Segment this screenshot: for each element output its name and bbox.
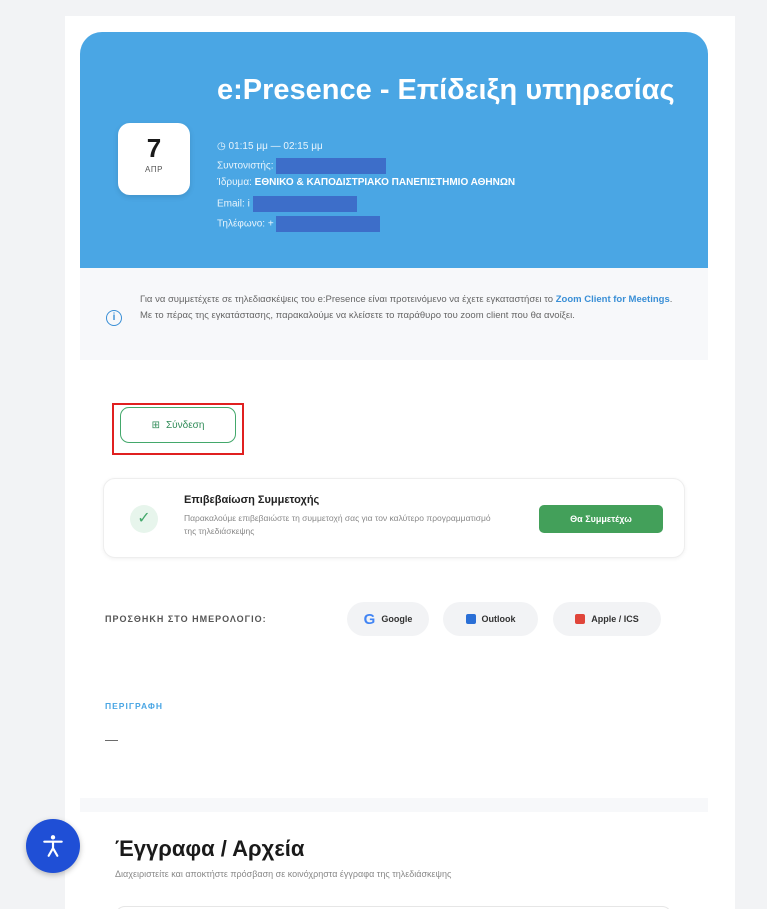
phone-row: Τηλέφωνο: + bbox=[217, 216, 381, 232]
coordinator-redaction bbox=[276, 158, 387, 174]
clock-icon: ◷ bbox=[217, 141, 226, 152]
documents-title: Έγγραφα / Αρχεία bbox=[115, 836, 305, 861]
outlook-icon bbox=[465, 614, 476, 624]
zoom-info-text: Για να συμμετέχετε σε τηλεδιασκέψεις του… bbox=[140, 292, 680, 324]
email-label: Email: bbox=[217, 198, 245, 210]
check-circle-icon: ✓ bbox=[130, 505, 158, 533]
email-prefix: i bbox=[247, 198, 250, 210]
documents-subtitle: Διαχειριστείτε και αποκτήστε πρόσβαση σε… bbox=[115, 869, 452, 879]
add-to-calendar-label: ΠΡΟΣΘΗΚΗ ΣΤΟ ΗΜΕΡΟΛΟΓΙΟ: bbox=[105, 614, 267, 624]
login-icon: ⊞ bbox=[151, 419, 160, 431]
institution-value: ΕΘΝΙΚΟ & ΚΑΠΟΔΙΣΤΡΙΑΚΟ ΠΑΝΕΠΙΣΤΗΜΙΟ ΑΘΗΝ… bbox=[254, 177, 516, 188]
info-text-before: Για να συμμετέχετε σε τηλεδιασκέψεις του… bbox=[140, 294, 556, 305]
confirm-attendance-button[interactable]: Θα Συμμετέχω bbox=[539, 505, 663, 533]
apple-calendar-label: Apple / ICS bbox=[591, 614, 639, 624]
phone-prefix: + bbox=[267, 218, 274, 230]
calendar-icon bbox=[575, 614, 586, 624]
email-redaction bbox=[252, 196, 357, 212]
confirmation-description: Παρακαλούμε επιβεβαιώστε τη συμμετοχή σα… bbox=[184, 513, 491, 536]
attendance-confirmation-card: ✓ Επιβεβαίωση Συμμετοχής Παρακαλούμε επι… bbox=[103, 478, 685, 558]
date-day: 7 bbox=[146, 133, 162, 163]
phone-redaction bbox=[276, 216, 381, 232]
institution-label: Ίδρυμα: bbox=[217, 177, 252, 188]
accessibility-button[interactable] bbox=[26, 819, 80, 873]
event-title: e:Presence - Επίδειξη υπηρεσίας bbox=[217, 74, 675, 106]
event-time: ◷ 01:15 μμ — 02:15 μμ bbox=[217, 141, 323, 152]
description-value: — bbox=[105, 732, 118, 747]
event-header: 7 ΑΠΡ e:Presence - Επίδειξη υπηρεσίας ◷ … bbox=[80, 32, 708, 268]
google-calendar-button[interactable]: G Google bbox=[347, 602, 429, 636]
coordinator-label: Συντονιστής: bbox=[217, 160, 274, 172]
section-divider bbox=[80, 798, 708, 812]
zoom-info-notice: i Για να συμμετέχετε σε τηλεδιασκέψεις τ… bbox=[80, 268, 708, 360]
date-month: ΑΠΡ bbox=[145, 165, 163, 174]
info-icon: i bbox=[106, 310, 122, 326]
phone-label: Τηλέφωνο: bbox=[217, 218, 266, 230]
event-time-value: 01:15 μμ — 02:15 μμ bbox=[228, 141, 323, 152]
outlook-calendar-button[interactable]: Outlook bbox=[443, 602, 538, 636]
google-calendar-label: Google bbox=[381, 614, 413, 624]
google-icon: G bbox=[363, 610, 376, 628]
confirmation-title: Επιβεβαίωση Συμμετοχής bbox=[184, 494, 320, 506]
connect-button-label: Σύνδεση bbox=[165, 419, 205, 431]
outlook-calendar-label: Outlook bbox=[481, 614, 516, 624]
connect-button[interactable]: ⊞ Σύνδεση bbox=[120, 407, 236, 443]
apple-calendar-button[interactable]: Apple / ICS bbox=[553, 602, 661, 636]
accessibility-icon bbox=[43, 835, 63, 857]
email-row: Email: i bbox=[217, 196, 357, 212]
description-label: ΠΕΡΙΓΡΑΦΗ bbox=[105, 701, 164, 711]
zoom-client-link[interactable]: Zoom Client for Meetings bbox=[556, 294, 670, 305]
coordinator-row: Συντονιστής: bbox=[217, 158, 387, 174]
event-card: 7 ΑΠΡ e:Presence - Επίδειξη υπηρεσίας ◷ … bbox=[65, 16, 735, 909]
institution-row: Ίδρυμα: ΕΘΝΙΚΟ & ΚΑΠΟΔΙΣΤΡΙΑΚΟ ΠΑΝΕΠΙΣΤΗ… bbox=[217, 177, 515, 188]
date-badge: 7 ΑΠΡ bbox=[118, 123, 190, 195]
